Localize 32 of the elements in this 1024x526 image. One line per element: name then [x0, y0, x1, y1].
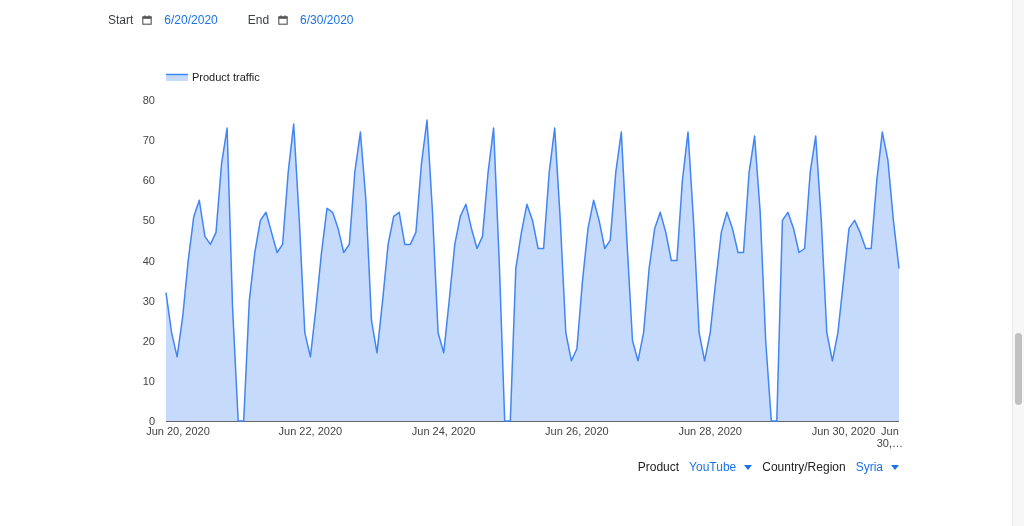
y-tick-label: 70 — [142, 134, 155, 147]
x-tick-label: Jun 30,… — [876, 425, 904, 449]
y-tick-label: 0 — [148, 415, 155, 427]
x-tick-label: Jun 22, 2020 — [278, 425, 343, 437]
selector-label: Country/Region — [762, 460, 846, 474]
y-tick-label: 40 — [142, 254, 155, 267]
dropdown-button[interactable]: YouTube — [689, 460, 753, 474]
y-tick-label: 60 — [142, 174, 155, 187]
calendar-icon — [142, 15, 153, 25]
y-tick-label: 30 — [142, 294, 155, 307]
y-tick-label: 80 — [142, 94, 155, 106]
calendar-icon — [278, 15, 289, 25]
date-label: Start — [108, 13, 134, 27]
y-tick-label: 50 — [142, 214, 155, 227]
x-tick-label: Jun 24, 2020 — [411, 425, 476, 437]
x-tick-label: Jun 30, 2020 — [811, 425, 876, 437]
legend-label: Product traffic — [192, 71, 260, 83]
scrollbar[interactable] — [1012, 0, 1024, 526]
y-tick-label: 20 — [142, 334, 155, 347]
selector-label: Product — [637, 460, 680, 474]
date-value[interactable]: 6/20/2020 — [164, 13, 218, 27]
x-tick-label: Jun 26, 2020 — [545, 425, 609, 437]
date-label: End — [247, 13, 270, 27]
caret-icon — [744, 464, 753, 470]
x-tick-label: Jun 20, 2020 — [146, 425, 210, 437]
dropdown-button[interactable]: Syria — [855, 460, 899, 474]
date-value[interactable]: 6/30/2020 — [300, 13, 354, 27]
y-tick-label: 10 — [142, 374, 155, 387]
legend-swatch — [165, 73, 189, 81]
x-tick-label: Jun 28, 2020 — [678, 425, 742, 437]
scrollbar-thumb[interactable] — [1015, 333, 1022, 405]
caret-icon — [891, 464, 899, 470]
